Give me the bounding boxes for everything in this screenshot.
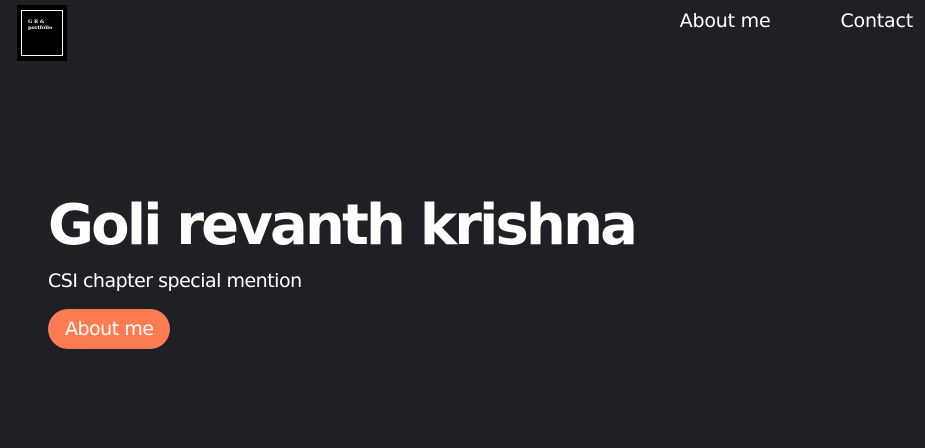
- page: G R & portfolio About me Contact Goli re…: [0, 0, 925, 448]
- top-nav: About me Contact: [680, 10, 914, 32]
- nav-link-contact[interactable]: Contact: [840, 10, 913, 32]
- hero-title: Goli revanth krishna: [48, 193, 638, 258]
- logo-frame: G R & portfolio: [21, 10, 63, 56]
- hero-section: Goli revanth krishna CSI chapter special…: [48, 192, 638, 349]
- nav-link-about[interactable]: About me: [680, 10, 771, 32]
- hero-subtitle: CSI chapter special mention: [48, 270, 302, 292]
- logo-text-line2: portfolio: [28, 25, 53, 31]
- about-me-button[interactable]: About me: [48, 309, 171, 349]
- site-logo[interactable]: G R & portfolio: [17, 5, 67, 61]
